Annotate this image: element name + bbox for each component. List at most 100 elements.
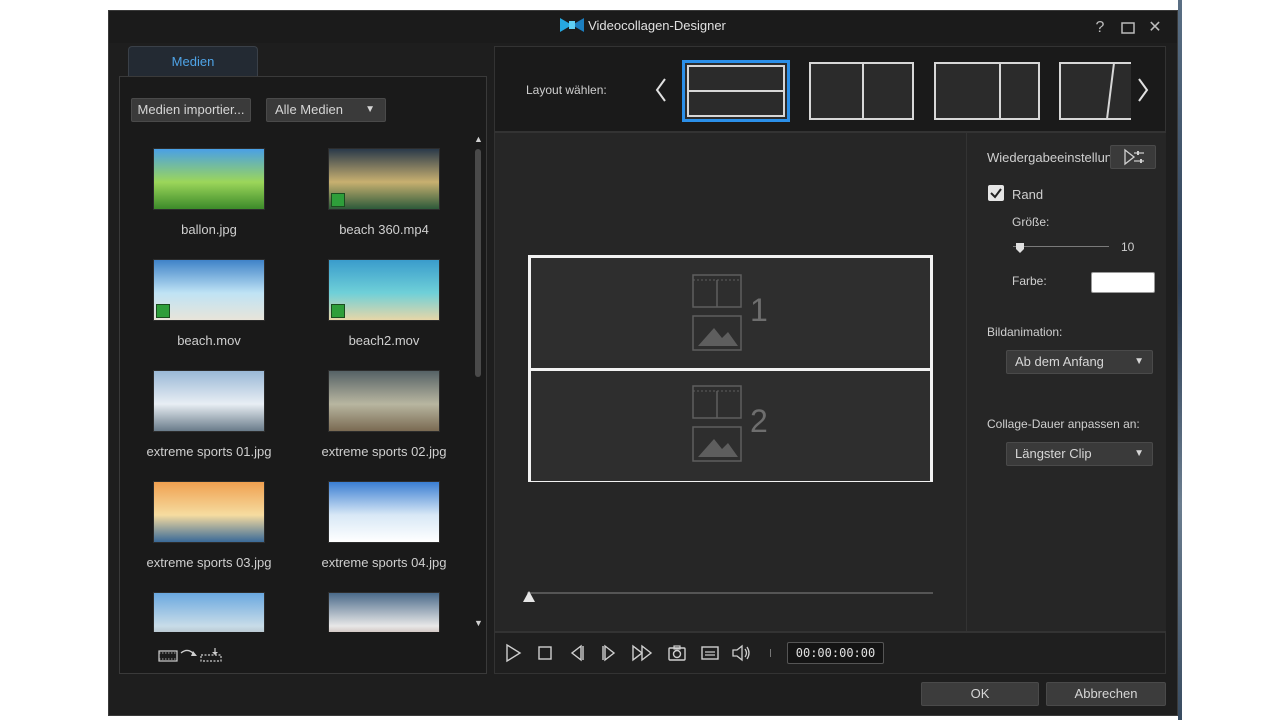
help-button[interactable]: ? [1089,18,1111,38]
media-placeholder-icon [692,274,742,351]
subtitle-button[interactable] [700,643,720,663]
media-item[interactable]: beach 360.mp4 [309,148,459,237]
layout-option-vertical-2-wide[interactable] [934,62,1040,120]
layout-next-button[interactable] [1136,77,1150,108]
snapshot-button[interactable] [667,643,687,663]
playback-settings-icon [1124,148,1144,166]
next-frame-button[interactable] [599,643,619,663]
chevron-left-icon [655,78,666,102]
collage-designer-window: Videocollagen-Designer ? ✕ Medien Medien… [108,10,1178,716]
collage-duration-label: Collage-Dauer anpassen an: [987,417,1140,431]
image-animation-dropdown[interactable]: Ab dem Anfang ▼ [1006,350,1153,374]
camera-icon [668,645,686,661]
fast-forward-button[interactable] [631,643,655,663]
video-film-icon [331,304,345,318]
media-item[interactable] [134,592,284,632]
media-thumbnail [153,592,265,632]
media-thumbnail [328,148,440,210]
media-item[interactable]: extreme sports 03.jpg [134,481,284,570]
playback-settings-label: Wiedergabeeinstellun [987,150,1113,165]
play-button[interactable] [503,643,523,663]
volume-button[interactable] [731,643,751,663]
video-film-icon [331,193,345,207]
collage-preview: 1 2 [528,255,933,482]
stop-button[interactable] [535,643,555,663]
media-placeholder-icon [692,385,742,462]
chevron-down-icon: ▼ [1134,448,1144,459]
media-thumbnail [328,259,440,321]
layout-option-vertical-2[interactable] [809,62,914,120]
media-thumbnail [153,148,265,210]
timeline-slider[interactable] [527,592,933,594]
media-thumbnail [328,592,440,632]
stop-icon [538,646,552,660]
fast-forward-icon [632,644,653,662]
border-color-swatch[interactable] [1091,272,1155,293]
media-thumbnail [153,259,265,321]
media-thumbnail [153,481,265,543]
size-slider[interactable] [1013,246,1109,247]
checkmark-icon [990,188,1002,199]
playback-settings-button[interactable] [1110,145,1156,169]
image-animation-value: Ab dem Anfang [1015,354,1104,369]
app-logo-icon [560,18,585,35]
separator [770,649,771,657]
scroll-down-icon[interactable]: ▼ [474,618,483,628]
tab-media-label: Medien [171,54,215,69]
border-checkbox[interactable] [988,185,1004,201]
close-button[interactable]: ✕ [1144,18,1166,38]
size-label: Größe: [1012,215,1050,229]
collage-duration-value: Längster Clip [1015,446,1092,461]
media-item-label: beach 360.mp4 [339,222,429,237]
scroll-thumb[interactable] [475,149,481,377]
timeline-playhead[interactable] [522,590,536,608]
import-media-button[interactable]: Medien importier... [131,98,251,122]
media-thumbnail [153,370,265,432]
border-label: Rand [1012,187,1044,202]
scroll-up-icon[interactable]: ▲ [474,134,483,144]
previous-frame-icon [570,644,584,662]
collage-slot-2[interactable]: 2 [531,371,930,481]
color-label: Farbe: [1012,274,1047,288]
media-item-label: beach.mov [177,333,241,348]
media-item[interactable]: extreme sports 01.jpg [134,370,284,459]
media-item[interactable]: ballon.jpg [134,148,284,237]
size-slider-thumb[interactable] [1015,241,1025,259]
maximize-button[interactable] [1117,18,1139,38]
media-thumbnail [328,481,440,543]
collage-duration-dropdown[interactable]: Längster Clip ▼ [1006,442,1153,466]
media-thumbnail [328,370,440,432]
media-item[interactable]: extreme sports 04.jpg [309,481,459,570]
settings-panel [966,133,1166,631]
media-item[interactable] [309,592,459,632]
window-title: Videocollagen-Designer [588,18,726,33]
ok-button[interactable]: OK [921,682,1039,706]
slot-number-2: 2 [750,403,768,439]
layout-prev-button[interactable] [654,77,668,108]
layout-option-horizontal-2[interactable] [682,60,790,122]
media-item[interactable]: beach.mov [134,259,284,348]
subtitle-icon [701,646,719,660]
media-item-label: extreme sports 04.jpg [321,555,447,570]
layout-label: Layout wählen: [526,83,607,97]
media-filter-dropdown[interactable]: Alle Medien ▼ [266,98,386,122]
layout-option-diagonal[interactable] [1059,62,1131,120]
media-item-label: extreme sports 02.jpg [321,444,447,459]
previous-frame-button[interactable] [567,643,587,663]
image-animation-label: Bildanimation: [987,325,1063,339]
collage-slot-1[interactable]: 1 [531,258,930,368]
slot-number-1: 1 [750,292,768,328]
storyboard-icons [157,647,227,668]
chevron-down-icon: ▼ [1134,356,1144,367]
media-item-label: beach2.mov [348,333,420,348]
cancel-button[interactable]: Abbrechen [1046,682,1166,706]
title-bar: Videocollagen-Designer ? ✕ [109,11,1177,43]
desktop-background [1178,0,1280,720]
play-icon [506,643,522,663]
tab-media[interactable]: Medien [128,46,258,76]
media-item[interactable]: extreme sports 02.jpg [309,370,459,459]
media-filter-value: Alle Medien [275,102,343,117]
media-library-grid: ballon.jpg beach 360.mp4 beach.mov beach2.m… [134,148,464,632]
media-item[interactable]: beach2.mov [309,259,459,348]
chevron-right-icon [1138,78,1149,102]
